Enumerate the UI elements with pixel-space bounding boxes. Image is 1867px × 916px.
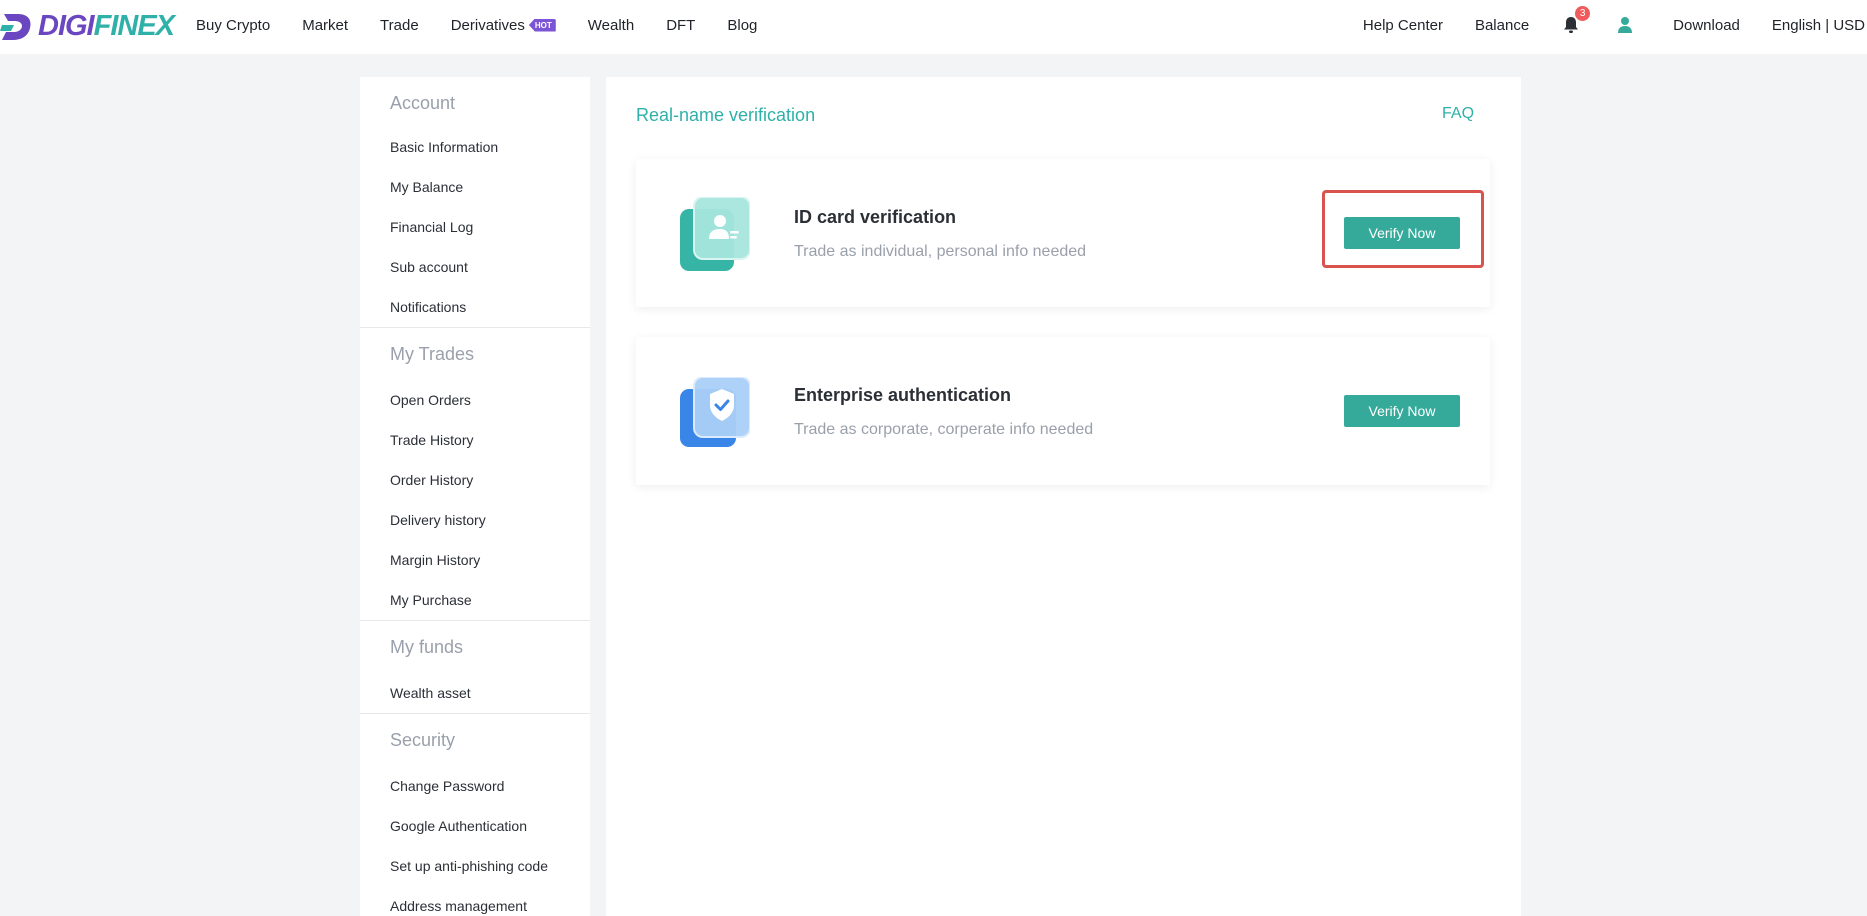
nav-market[interactable]: Market <box>302 17 348 34</box>
id-card-icon <box>680 197 750 271</box>
logo-wordmark: DIGIFINEX <box>38 9 175 42</box>
nav-buy-crypto[interactable]: Buy Crypto <box>196 17 270 34</box>
account-sidebar: Account Basic Information My Balance Fin… <box>360 77 590 916</box>
header-right-menu: Help Center Balance 3 Download English |… <box>1363 0 1867 50</box>
notifications-button[interactable]: 3 <box>1563 6 1591 34</box>
sidebar-item-sub-account[interactable]: Sub account <box>360 247 590 287</box>
sidebar-item-my-purchase[interactable]: My Purchase <box>360 580 590 620</box>
language-currency-selector[interactable]: English | USD <box>1772 17 1865 34</box>
verify-now-button-enterprise[interactable]: Verify Now <box>1344 395 1460 427</box>
faq-link[interactable]: FAQ <box>1442 105 1474 123</box>
nav-blog[interactable]: Blog <box>727 17 757 34</box>
sidebar-item-notifications[interactable]: Notifications <box>360 287 590 327</box>
sidebar-item-order-history[interactable]: Order History <box>360 460 590 500</box>
sidebar-group-title: Account <box>390 93 456 113</box>
sidebar-item-margin-history[interactable]: Margin History <box>360 540 590 580</box>
digifinex-logo[interactable]: DIGIFINEX <box>0 8 175 44</box>
sidebar-item-open-orders[interactable]: Open Orders <box>360 380 590 420</box>
sidebar-group-security: Security Change Password Google Authenti… <box>360 714 590 916</box>
nav-derivatives[interactable]: Derivatives HOT <box>451 17 556 34</box>
sidebar-item-change-password[interactable]: Change Password <box>360 766 590 806</box>
nav-derivatives-label: Derivatives <box>450 16 525 34</box>
sidebar-group-title: My funds <box>390 637 464 657</box>
sidebar-group-title: Security <box>390 730 456 750</box>
shield-check-icon <box>680 377 750 447</box>
card-subtitle: Trade as individual, personal info neede… <box>794 243 1087 260</box>
sidebar-group-my-funds: My funds Wealth asset <box>360 621 590 714</box>
nav-trade[interactable]: Trade <box>380 17 419 34</box>
sidebar-item-trade-history[interactable]: Trade History <box>360 420 590 460</box>
sidebar-item-my-balance[interactable]: My Balance <box>360 167 590 207</box>
download-link[interactable]: Download <box>1673 17 1740 34</box>
sidebar-group-my-trades: My Trades Open Orders Trade History Orde… <box>360 328 590 621</box>
balance-link[interactable]: Balance <box>1475 17 1529 34</box>
nav-dft[interactable]: DFT <box>666 17 695 34</box>
user-account-button[interactable] <box>1617 16 1633 34</box>
sidebar-item-basic-information[interactable]: Basic Information <box>360 127 590 167</box>
sidebar-item-google-authentication[interactable]: Google Authentication <box>360 806 590 846</box>
help-center-link[interactable]: Help Center <box>1363 17 1443 34</box>
top-navigation-bar: DIGIFINEX Buy Crypto Market Trade Deriva… <box>0 0 1867 54</box>
sidebar-item-address-management[interactable]: Address management <box>360 886 590 916</box>
sidebar-item-delivery-history[interactable]: Delivery history <box>360 500 590 540</box>
notification-count-badge: 3 <box>1575 6 1591 21</box>
sidebar-item-wealth-asset[interactable]: Wealth asset <box>360 673 590 713</box>
card-title: Enterprise authentication <box>794 385 1012 405</box>
logo-mark-icon <box>0 14 31 40</box>
enterprise-authentication-card: Enterprise authentication Trade as corpo… <box>636 337 1490 485</box>
sidebar-item-anti-phishing-code[interactable]: Set up anti-phishing code <box>360 846 590 886</box>
sidebar-item-financial-log[interactable]: Financial Log <box>360 207 590 247</box>
card-subtitle: Trade as corporate, corperate info neede… <box>794 421 1094 438</box>
user-icon <box>1618 17 1633 33</box>
highlight-box <box>1322 190 1484 268</box>
hot-badge: HOT <box>528 18 556 32</box>
nav-wealth[interactable]: Wealth <box>588 17 634 34</box>
page-title: Real-name verification <box>636 105 816 125</box>
sidebar-group-title: My Trades <box>390 344 475 364</box>
main-nav: Buy Crypto Market Trade Derivatives HOT … <box>196 0 789 50</box>
sidebar-group-account: Account Basic Information My Balance Fin… <box>360 77 590 328</box>
card-title: ID card verification <box>794 207 957 227</box>
